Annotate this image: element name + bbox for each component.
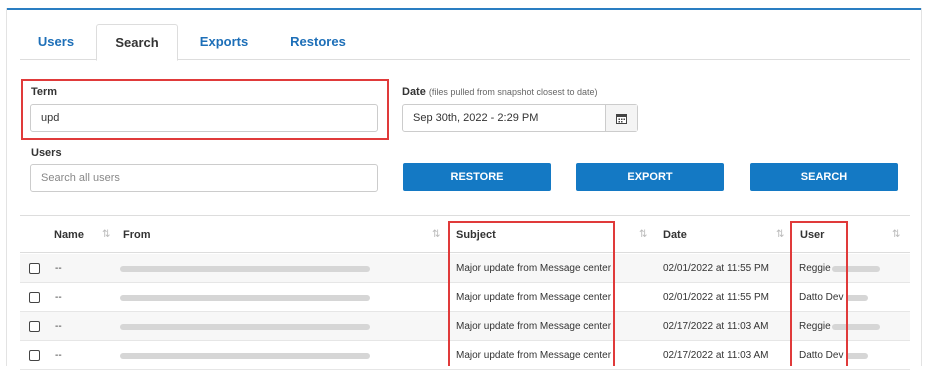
table-header: Name ⇅ From ⇅ Subject ⇅ Date ⇅ User ⇅ <box>20 215 910 253</box>
row-name: -- <box>55 263 62 274</box>
row-checkbox[interactable] <box>29 350 40 361</box>
redacted-from <box>120 353 370 359</box>
left-border <box>6 8 7 366</box>
redacted-from <box>120 324 370 330</box>
redacted-user <box>846 353 868 359</box>
row-date: 02/01/2022 at 11:55 PM <box>663 263 770 274</box>
row-date: 02/01/2022 at 11:55 PM <box>663 292 770 303</box>
redacted-user <box>846 295 868 301</box>
header-name[interactable]: Name <box>54 216 84 254</box>
export-button[interactable]: EXPORT <box>576 163 724 191</box>
redacted-from <box>120 295 370 301</box>
right-border <box>921 8 922 366</box>
header-user[interactable]: User <box>800 216 824 254</box>
header-date[interactable]: Date <box>663 216 687 254</box>
row-user: Reggie <box>799 321 831 332</box>
date-value[interactable]: Sep 30th, 2022 - 2:29 PM <box>413 105 538 131</box>
row-checkbox[interactable] <box>29 321 40 332</box>
sort-icon[interactable]: ⇅ <box>892 216 900 254</box>
search-panel: Users Search Exports Restores Term upd D… <box>0 0 928 370</box>
row-date: 02/17/2022 at 11:03 AM <box>663 321 769 332</box>
tab-restores[interactable]: Restores <box>278 24 358 60</box>
tab-users[interactable]: Users <box>20 24 92 60</box>
row-name: -- <box>55 292 62 303</box>
table-row[interactable]: -- Major update from Message center 02/0… <box>20 283 910 312</box>
row-subject[interactable]: Major update from Message center <box>456 283 611 312</box>
date-label: Date <box>402 86 426 98</box>
search-button[interactable]: SEARCH <box>750 163 898 191</box>
row-name: -- <box>55 321 62 332</box>
row-checkbox[interactable] <box>29 292 40 303</box>
date-hint: (files pulled from snapshot closest to d… <box>428 87 598 97</box>
sort-icon[interactable]: ⇅ <box>432 216 440 254</box>
row-subject[interactable]: Major update from Message center <box>456 254 611 283</box>
tab-bar: Users Search Exports Restores <box>20 24 910 61</box>
header-subject[interactable]: Subject <box>456 216 496 254</box>
calendar-icon[interactable] <box>605 105 637 131</box>
sort-icon[interactable]: ⇅ <box>102 216 110 254</box>
date-picker[interactable]: Sep 30th, 2022 - 2:29 PM <box>402 104 638 132</box>
tab-exports[interactable]: Exports <box>188 24 260 60</box>
top-border <box>6 8 922 10</box>
row-subject[interactable]: Major update from Message center <box>456 312 611 341</box>
redacted-from <box>120 266 370 272</box>
row-user: Reggie <box>799 263 831 274</box>
sort-icon[interactable]: ⇅ <box>639 216 647 254</box>
users-label: Users <box>31 147 62 159</box>
tab-search[interactable]: Search <box>96 24 178 61</box>
row-user: Datto Dev <box>799 292 844 303</box>
header-from[interactable]: From <box>123 216 151 254</box>
date-label-group: Date (files pulled from snapshot closest… <box>402 86 598 98</box>
term-label: Term <box>31 86 58 98</box>
table-row[interactable]: -- Major update from Message center 02/0… <box>20 254 910 283</box>
term-input[interactable]: upd <box>30 104 378 132</box>
redacted-user <box>832 266 880 272</box>
row-checkbox[interactable] <box>29 263 40 274</box>
users-search-input[interactable]: Search all users <box>30 164 378 192</box>
redacted-user <box>832 324 880 330</box>
restore-button[interactable]: RESTORE <box>403 163 551 191</box>
table-row[interactable]: -- Major update from Message center 02/1… <box>20 312 910 341</box>
sort-icon[interactable]: ⇅ <box>776 216 784 254</box>
